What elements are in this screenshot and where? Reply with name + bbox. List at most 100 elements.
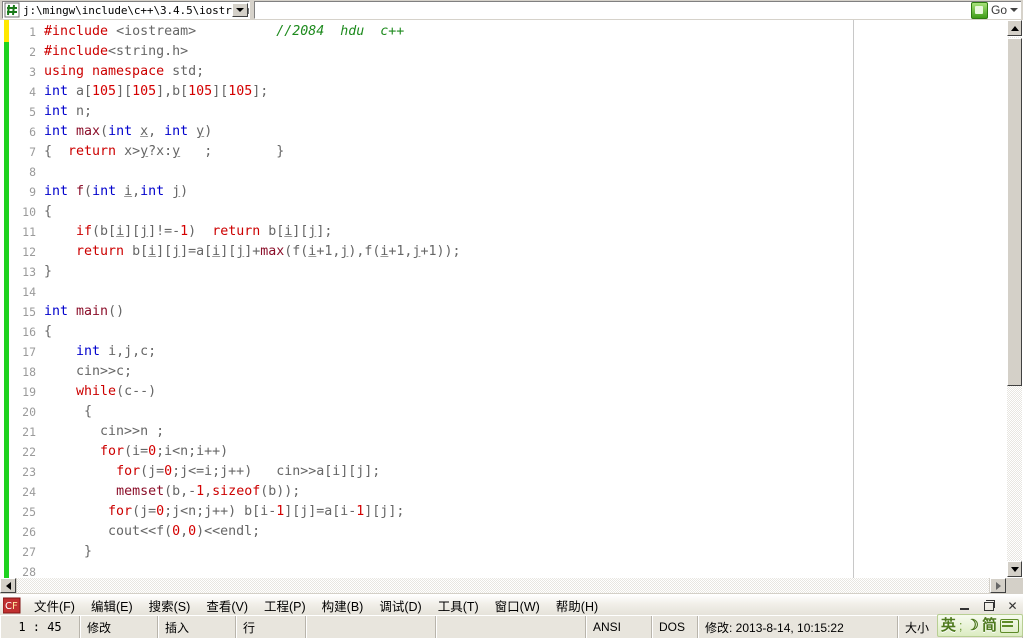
close-icon[interactable]: ✕ [1006,599,1019,612]
code-line[interactable]: 28 [10,562,460,578]
restore-icon[interactable] [982,599,995,612]
svg-text:F: F [12,601,18,612]
menu-item-0[interactable]: 文件(F) [26,594,83,617]
code-token: } [44,544,93,559]
ime-language-indicator[interactable]: 英 [941,618,956,633]
code-line[interactable]: 24 memset(b,-1,sizeof(b)); [10,482,460,502]
code-line[interactable]: 23 for(j=0;j<=i;j++) cin>>a[i][j]; [10,462,460,482]
code-token: +1, [388,244,413,259]
code-token: 0 [172,524,181,539]
menu-item-1[interactable]: 编辑(E) [83,594,141,617]
code-line[interactable]: 10 { [10,202,460,222]
scroll-left-button[interactable] [0,578,16,593]
line-number: 14 [22,285,36,299]
scroll-up-button[interactable] [1007,20,1022,36]
line-number: 7 [29,145,36,159]
code-token: ]=a[ [180,244,213,259]
code-line[interactable]: 1 #include <iostream> //2084 hdu c++ [10,22,460,42]
code-token: int [44,184,77,199]
code-token: ][j]; [364,504,405,519]
code-token: (b[ [92,224,117,239]
menu-item-8[interactable]: 窗口(W) [487,594,548,617]
code-token: ; } [180,144,285,159]
code-token: b[ [268,224,285,239]
code-token: i,j,c; [108,344,157,359]
code-line[interactable]: 21 cin>>n ; [10,422,460,442]
code-line[interactable]: 13} [10,262,460,282]
code-line[interactable]: 20 { [10,402,460,422]
code-text[interactable]: 1 #include <iostream> //2084 hdu c++ 2 #inc… [10,22,460,578]
menu-item-2[interactable]: 搜索(S) [141,594,199,617]
code-token: using namespace [44,64,173,79]
address-dropdown-button[interactable] [232,3,248,17]
code-line[interactable]: 5 int n; [10,102,460,122]
code-token: int [44,124,77,139]
code-token: int [44,304,77,319]
code-line[interactable]: 3 using namespace std; [10,62,460,82]
code-line[interactable]: 25 for(j=0;j<n;j++) b[i-1][j]=a[i-1][j]; [10,502,460,522]
code-token: return [68,144,125,159]
ime-charset-indicator[interactable]: 简 [982,618,997,633]
code-line[interactable]: 19 while(c--) [10,382,460,402]
code-token: ][ [116,84,133,99]
go-button[interactable]: Go [968,1,1021,19]
minimize-icon[interactable] [958,599,971,612]
editor-horizontal-scrollbar[interactable] [0,578,1023,594]
address-input[interactable]: j:\mingw\include\c++\3.4.5\iostream> [2,1,250,19]
code-line[interactable]: 15 int main() [10,302,460,322]
line-number: 28 [22,565,36,578]
code-line[interactable]: 2 #include<string.h> [10,42,460,62]
vertical-scroll-thumb[interactable] [1007,38,1022,386]
moon-icon[interactable]: ☽ [966,618,979,633]
line-number: 1 [29,25,36,39]
menu-item-9[interactable]: 帮助(H) [548,594,606,617]
menu-item-3[interactable]: 查看(V) [198,594,256,617]
code-token: j [140,224,149,239]
scroll-right-button[interactable] [990,578,1006,593]
code-editor[interactable]: 1 #include <iostream> //2084 hdu c++ 2 #inc… [0,20,1006,578]
horizontal-scroll-track[interactable] [17,578,989,593]
scroll-left-icon [5,581,11,590]
code-line[interactable]: 14 [10,282,460,302]
code-token: int [44,104,77,119]
code-token: x [140,124,149,139]
code-token: ;i<n;i++) [156,444,229,459]
menu-item-5[interactable]: 构建(B) [314,594,372,617]
code-token: , [204,484,213,499]
menu-item-7[interactable]: 工具(T) [430,594,487,617]
ime-punctuation-toggle[interactable]: ; [959,618,963,633]
code-line[interactable]: 6 int max(int x, int y) [10,122,460,142]
code-token: if [76,224,93,239]
address-bar-filler [254,1,1021,19]
code-line[interactable]: 18 cin>>c; [10,362,460,382]
code-line[interactable]: 9 int f(int i,int j) [10,182,460,202]
code-token: int [44,84,77,99]
code-line[interactable]: 16 { [10,322,460,342]
editor-vertical-scrollbar[interactable] [1005,20,1023,578]
status-cursor-position: 1 : 45 [0,616,80,638]
line-number: 3 [29,65,36,79]
code-line[interactable]: 27 } [10,542,460,562]
code-line[interactable]: 8 [10,162,460,182]
code-line[interactable]: 26 cout<<f(0,0)<<endl; [10,522,460,542]
menu-item-6[interactable]: 调试(D) [371,594,429,617]
scroll-down-button[interactable] [1007,561,1022,577]
ime-language-bar[interactable]: 英 ; ☽ 简 [936,614,1023,637]
code-token: ]+ [244,244,261,259]
menu-item-4[interactable]: 工程(P) [256,594,314,617]
code-line[interactable]: 11 if(b[i][j]!=-1) return b[i][j]; [10,222,460,242]
code-line[interactable]: 17 int i,j,c; [10,342,460,362]
chevron-down-icon[interactable] [1010,8,1018,12]
code-line[interactable]: 22 for(i=0;i<n;i++) [10,442,460,462]
keyboard-icon[interactable] [1000,618,1019,633]
code-token: for [116,464,141,479]
code-line[interactable]: 12 return b[i][j]=a[i][j]+max(f(i+1,j),f… [10,242,460,262]
code-line[interactable]: 7{ return x>y?x:y ; } [10,142,460,162]
code-line[interactable]: 4 int a[105][105],b[105][105]; [10,82,460,102]
line-number: 4 [29,85,36,99]
code-token: ][ [292,224,309,239]
line-number: 6 [29,125,36,139]
line-number: 15 [22,305,36,319]
